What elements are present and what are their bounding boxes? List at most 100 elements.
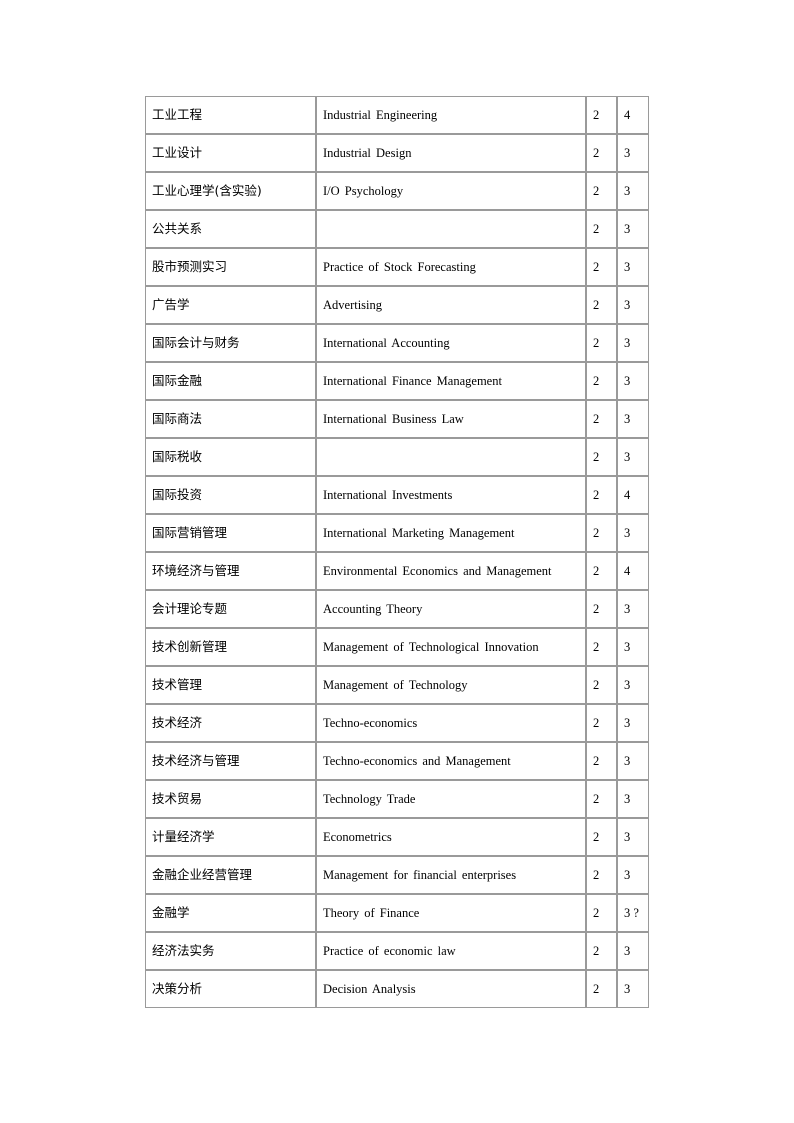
course-name-chinese-cell: 金融企业经营管理: [145, 856, 316, 894]
credits-cell: 2: [586, 286, 617, 324]
table-row: 技术管理 Management of Technology 2 3: [145, 666, 649, 704]
course-name-english-cell: Practice of economic law: [316, 932, 586, 970]
course-name-english-cell: Practice of Stock Forecasting: [316, 248, 586, 286]
credits-cell: 2: [586, 894, 617, 932]
hours-cell: 4: [617, 552, 649, 590]
course-name-chinese-cell: 国际会计与财务: [145, 324, 316, 362]
credits-cell: 2: [586, 514, 617, 552]
credits-cell: 2: [586, 134, 617, 172]
course-name-english-cell: Techno-economics and Management: [316, 742, 586, 780]
hours-cell: 3: [617, 628, 649, 666]
course-name-chinese-cell: 广告学: [145, 286, 316, 324]
credits-cell: 2: [586, 970, 617, 1008]
table-row: 国际投资 International Investments 2 4: [145, 476, 649, 514]
hours-cell: 3: [617, 210, 649, 248]
hours-cell: 3: [617, 856, 649, 894]
course-name-english-cell: Techno-economics: [316, 704, 586, 742]
course-name-chinese-cell: 环境经济与管理: [145, 552, 316, 590]
table-row: 会计理论专题 Accounting Theory 2 3: [145, 590, 649, 628]
credits-cell: 2: [586, 818, 617, 856]
course-list-table: 工业工程 Industrial Engineering 2 4 工业设计 Industri…: [145, 96, 649, 1008]
credits-cell: 2: [586, 666, 617, 704]
table-row: 公共关系 2 3: [145, 210, 649, 248]
course-name-chinese-cell: 工业心理学(含实验): [145, 172, 316, 210]
course-name-chinese-cell: 技术创新管理: [145, 628, 316, 666]
hours-cell: 3: [617, 514, 649, 552]
course-name-english-cell: International Marketing Management: [316, 514, 586, 552]
course-name-english-cell: Accounting Theory: [316, 590, 586, 628]
course-name-english-cell: Industrial Design: [316, 134, 586, 172]
course-name-chinese-cell: 国际商法: [145, 400, 316, 438]
hours-cell: 3: [617, 932, 649, 970]
credits-cell: 2: [586, 248, 617, 286]
course-name-chinese-cell: 国际税收: [145, 438, 316, 476]
hours-cell: 3: [617, 400, 649, 438]
course-name-english-cell: Technology Trade: [316, 780, 586, 818]
credits-cell: 2: [586, 628, 617, 666]
hours-cell: 3: [617, 248, 649, 286]
credits-cell: 2: [586, 438, 617, 476]
table-row: 国际营销管理 International Marketing Management…: [145, 514, 649, 552]
course-name-chinese-cell: 经济法实务: [145, 932, 316, 970]
credits-cell: 2: [586, 704, 617, 742]
credits-cell: 2: [586, 96, 617, 134]
course-name-chinese-cell: 技术经济: [145, 704, 316, 742]
table-row: 国际税收 2 3: [145, 438, 649, 476]
hours-cell: 3: [617, 704, 649, 742]
hours-cell: 3: [617, 172, 649, 210]
table-row: 决策分析 Decision Analysis 2 3: [145, 970, 649, 1008]
credits-cell: 2: [586, 324, 617, 362]
course-name-chinese-cell: 金融学: [145, 894, 316, 932]
hours-cell: 3: [617, 438, 649, 476]
course-name-chinese-cell: 计量经济学: [145, 818, 316, 856]
table-row: 技术创新管理 Management of Technological Innova…: [145, 628, 649, 666]
course-name-chinese-cell: 工业工程: [145, 96, 316, 134]
course-name-english-cell: Advertising: [316, 286, 586, 324]
document-page: 工业工程 Industrial Engineering 2 4 工业设计 Industri…: [0, 0, 794, 1123]
course-name-english-cell: Decision Analysis: [316, 970, 586, 1008]
hours-cell: 3: [617, 362, 649, 400]
course-table-body: 工业工程 Industrial Engineering 2 4 工业设计 Industri…: [145, 96, 649, 1008]
hours-cell: 3: [617, 818, 649, 856]
credits-cell: 2: [586, 210, 617, 248]
table-row: 工业设计 Industrial Design 2 3: [145, 134, 649, 172]
credits-cell: 2: [586, 590, 617, 628]
hours-cell: 4: [617, 476, 649, 514]
credits-cell: 2: [586, 476, 617, 514]
course-name-chinese-cell: 技术管理: [145, 666, 316, 704]
table-row: 广告学 Advertising 2 3: [145, 286, 649, 324]
hours-cell: 3: [617, 324, 649, 362]
table-row: 金融企业经营管理 Management for financial enterpr…: [145, 856, 649, 894]
table-row: 工业心理学(含实验) I/O Psychology 2 3: [145, 172, 649, 210]
course-name-english-cell: Management of Technology: [316, 666, 586, 704]
course-name-chinese-cell: 决策分析: [145, 970, 316, 1008]
hours-cell: 3: [617, 286, 649, 324]
course-name-chinese-cell: 国际金融: [145, 362, 316, 400]
table-row: 工业工程 Industrial Engineering 2 4: [145, 96, 649, 134]
table-row: 股市预测实习 Practice of Stock Forecasting 2 3: [145, 248, 649, 286]
course-name-english-cell: International Accounting: [316, 324, 586, 362]
table-row: 国际金融 International Finance Management 2 3: [145, 362, 649, 400]
table-row: 经济法实务 Practice of economic law 2 3: [145, 932, 649, 970]
hours-cell: 3: [617, 590, 649, 628]
course-name-english-cell: Theory of Finance: [316, 894, 586, 932]
hours-cell: 3: [617, 970, 649, 1008]
course-name-chinese-cell: 技术经济与管理: [145, 742, 316, 780]
credits-cell: 2: [586, 780, 617, 818]
course-name-english-cell: [316, 438, 586, 476]
hours-cell: 3: [617, 666, 649, 704]
table-row: 环境经济与管理 Environmental Economics and Manag…: [145, 552, 649, 590]
course-name-english-cell: Econometrics: [316, 818, 586, 856]
credits-cell: 2: [586, 742, 617, 780]
course-name-english-cell: International Business Law: [316, 400, 586, 438]
hours-cell: 3: [617, 134, 649, 172]
course-name-chinese-cell: 公共关系: [145, 210, 316, 248]
course-name-chinese-cell: 国际投资: [145, 476, 316, 514]
course-name-chinese-cell: 会计理论专题: [145, 590, 316, 628]
credits-cell: 2: [586, 552, 617, 590]
table-row: 技术经济 Techno-economics 2 3: [145, 704, 649, 742]
course-name-chinese-cell: 股市预测实习: [145, 248, 316, 286]
course-name-chinese-cell: 工业设计: [145, 134, 316, 172]
course-name-english-cell: Industrial Engineering: [316, 96, 586, 134]
hours-cell: 3 ?: [617, 894, 649, 932]
